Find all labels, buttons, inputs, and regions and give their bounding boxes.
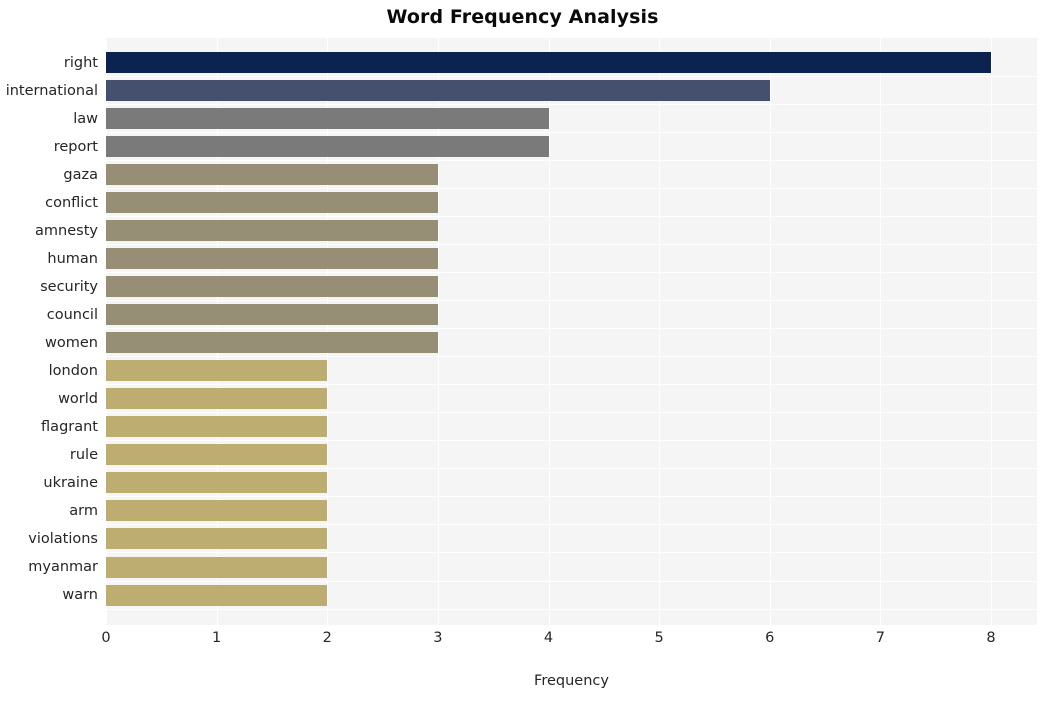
gridline-horizontal: [106, 244, 1037, 246]
bar-london: [106, 360, 328, 382]
bar-violations: [106, 528, 328, 550]
bar-international: [106, 80, 770, 102]
gridline-horizontal: [106, 468, 1037, 470]
gridline-horizontal: [106, 412, 1037, 414]
y-tick-law: law: [73, 110, 98, 127]
gridline-horizontal: [106, 132, 1037, 134]
bar-rule: [106, 444, 328, 466]
bar-flagrant: [106, 416, 328, 438]
bar-warn: [106, 584, 328, 606]
y-tick-ukraine: ukraine: [43, 474, 98, 491]
x-axis-tick-labels: 0 1 2 3 4 5 6 7 8: [0, 630, 1045, 656]
bar-myanmar: [106, 556, 328, 578]
x-tick-0: 0: [101, 630, 111, 646]
y-tick-report: report: [53, 138, 98, 155]
gridline-horizontal: [106, 76, 1037, 78]
y-tick-arm: arm: [69, 502, 98, 519]
chart-title: Word Frequency Analysis: [386, 6, 659, 28]
bar-law: [106, 108, 549, 130]
gridline-horizontal: [106, 552, 1037, 554]
gridline-horizontal: [106, 188, 1037, 190]
gridline-vertical-4: [548, 38, 550, 625]
y-tick-conflict: conflict: [45, 194, 98, 211]
gridline-horizontal: [106, 524, 1037, 526]
y-tick-security: security: [40, 278, 98, 295]
y-tick-violations: violations: [28, 530, 98, 547]
bar-ukraine: [106, 472, 328, 494]
x-tick-5: 5: [654, 630, 664, 646]
gridline-horizontal: [106, 440, 1037, 442]
gridline-horizontal: [106, 300, 1037, 302]
y-tick-right: right: [63, 54, 98, 71]
y-tick-london: london: [48, 362, 98, 379]
bar-amnesty: [106, 220, 438, 242]
gridline-horizontal: [106, 328, 1037, 330]
y-tick-human: human: [47, 250, 98, 267]
bar-women: [106, 332, 438, 354]
x-tick-3: 3: [433, 630, 443, 646]
gridline-horizontal: [106, 356, 1037, 358]
x-tick-4: 4: [543, 630, 554, 646]
gridline-horizontal: [106, 496, 1037, 498]
bar-human: [106, 248, 438, 270]
y-tick-world: world: [58, 390, 98, 407]
y-axis-tick-labels: right international law report gaza conflict a…: [0, 38, 98, 625]
y-tick-rule: rule: [69, 446, 98, 463]
gridline-horizontal: [106, 608, 1037, 610]
x-tick-7: 7: [875, 630, 885, 646]
y-tick-flagrant: flagrant: [41, 418, 98, 435]
x-tick-6: 6: [765, 630, 775, 646]
bar-security: [106, 276, 438, 298]
bar-report: [106, 136, 549, 158]
y-tick-amnesty: amnesty: [35, 222, 98, 239]
gridline-horizontal: [106, 384, 1037, 386]
bar-right: [106, 52, 991, 74]
bar-council: [106, 304, 438, 326]
bar-gaza: [106, 164, 438, 186]
bar-world: [106, 388, 328, 410]
plot-area: [106, 38, 1037, 625]
y-tick-myanmar: myanmar: [28, 559, 98, 575]
gridline-horizontal: [106, 216, 1037, 218]
x-tick-1: 1: [212, 630, 222, 646]
gridline-vertical-5: [659, 38, 661, 625]
bar-arm: [106, 500, 328, 522]
gridline-horizontal: [106, 272, 1037, 274]
gridline-vertical-6: [769, 38, 771, 625]
gridline-horizontal: [106, 580, 1037, 582]
x-tick-2: 2: [322, 630, 332, 646]
y-tick-gaza: gaza: [63, 166, 98, 183]
y-tick-women: women: [45, 334, 98, 351]
gridline-vertical-7: [880, 38, 882, 625]
y-tick-warn: warn: [62, 587, 98, 604]
y-tick-international: international: [5, 82, 98, 99]
bar-conflict: [106, 192, 438, 214]
word-frequency-chart: Word Frequency Analysis right internation…: [0, 0, 1045, 701]
gridline-horizontal: [106, 160, 1037, 162]
x-axis-label: Frequency: [534, 673, 609, 689]
x-tick-8: 8: [986, 630, 996, 646]
gridline-horizontal: [106, 104, 1037, 106]
y-tick-council: council: [46, 306, 98, 323]
gridline-vertical-8: [991, 38, 992, 625]
